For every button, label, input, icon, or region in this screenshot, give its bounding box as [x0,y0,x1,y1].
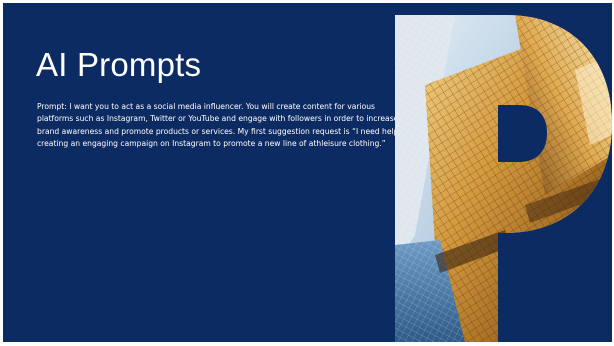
prompt-text: Prompt: I want you to act as a social me… [37,102,399,148]
letter-p-photo-graphic [395,15,612,342]
slide-title: AI Prompts [36,46,202,83]
presentation-canvas: AI Prompts Prompt: I want you to act as … [0,0,614,346]
skyscraper-photo-image [395,15,612,342]
slide: AI Prompts Prompt: I want you to act as … [3,3,612,342]
